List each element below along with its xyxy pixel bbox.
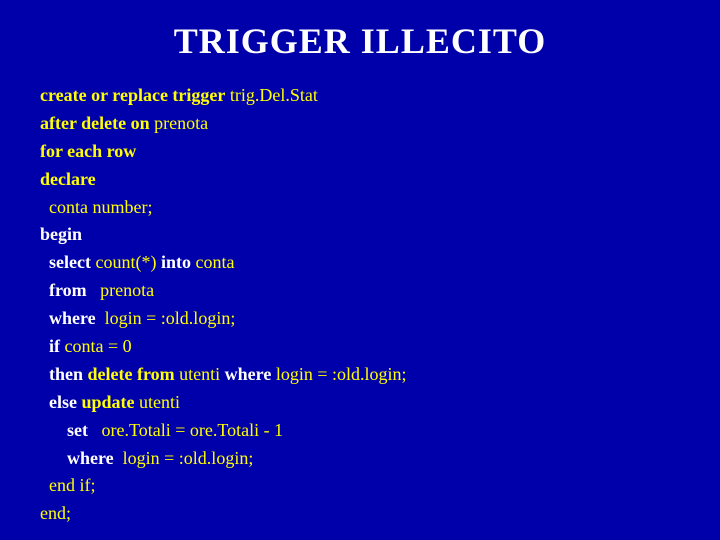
- page-container: TRIGGER ILLECITO create or replace trigg…: [0, 0, 720, 540]
- kw-where1: where: [49, 308, 96, 328]
- code-line-12: else update utenti: [40, 389, 680, 417]
- select-expr: count(*): [91, 252, 161, 272]
- kw-then: then: [49, 364, 83, 384]
- kw-select: select: [49, 252, 91, 272]
- code-line-16: end;: [40, 500, 680, 528]
- kw-declare: declare: [40, 169, 96, 189]
- code-line-11: then delete from utenti where login = :o…: [40, 361, 680, 389]
- end-if-text: end if;: [40, 475, 96, 495]
- end-text: end;: [40, 503, 71, 523]
- code-line-6: begin: [40, 221, 680, 249]
- kw-where2: where: [225, 364, 272, 384]
- set-expr: ore.Totali = ore.Totali - 1: [88, 420, 283, 440]
- code-line-9: where login = :old.login;: [40, 305, 680, 333]
- trigger-name: trig.Del.Stat: [225, 85, 318, 105]
- code-line-3: for each row: [40, 138, 680, 166]
- page-title: TRIGGER ILLECITO: [174, 20, 546, 62]
- kw-if: if: [49, 336, 60, 356]
- code-line-15: end if;: [40, 472, 680, 500]
- indent4: [40, 336, 49, 356]
- if-cond: conta = 0: [60, 336, 132, 356]
- where-cond1: login = :old.login;: [96, 308, 236, 328]
- indent1: [40, 252, 49, 272]
- kw-into: into: [161, 252, 191, 272]
- code-line-8: from prenota: [40, 277, 680, 305]
- table-name-prenota: prenota: [150, 113, 208, 133]
- kw-after: after delete on: [40, 113, 150, 133]
- indent5: [40, 364, 49, 384]
- code-line-10: if conta = 0: [40, 333, 680, 361]
- code-line-14: where login = :old.login;: [40, 445, 680, 473]
- indent7: [40, 420, 67, 440]
- kw-from: from: [49, 280, 87, 300]
- kw-where3: where: [67, 448, 114, 468]
- indent8: [40, 448, 67, 468]
- into-var: conta: [191, 252, 234, 272]
- kw-else: else: [49, 392, 77, 412]
- indent3: [40, 308, 49, 328]
- delete-table: utenti: [175, 364, 225, 384]
- code-line-2: after delete on prenota: [40, 110, 680, 138]
- kw-begin: begin: [40, 224, 82, 244]
- code-line-5: conta number;: [40, 194, 680, 222]
- declare-body: conta number;: [40, 197, 152, 217]
- indent6: [40, 392, 49, 412]
- code-line-7: select count(*) into conta: [40, 249, 680, 277]
- from-table: prenota: [87, 280, 154, 300]
- kw-create: create or replace trigger: [40, 85, 225, 105]
- where-cond2: login = :old.login;: [271, 364, 406, 384]
- kw-for-each-row: for each row: [40, 141, 136, 161]
- update-table: utenti: [135, 392, 181, 412]
- kw-delete-from: delete from: [88, 364, 175, 384]
- code-line-1: create or replace trigger trig.Del.Stat: [40, 82, 680, 110]
- kw-set: set: [67, 420, 88, 440]
- indent2: [40, 280, 49, 300]
- code-line-4: declare: [40, 166, 680, 194]
- kw-update: update: [81, 392, 134, 412]
- code-block: create or replace trigger trig.Del.Stat …: [40, 82, 680, 528]
- where-cond3: login = :old.login;: [114, 448, 254, 468]
- code-line-13: set ore.Totali = ore.Totali - 1: [40, 417, 680, 445]
